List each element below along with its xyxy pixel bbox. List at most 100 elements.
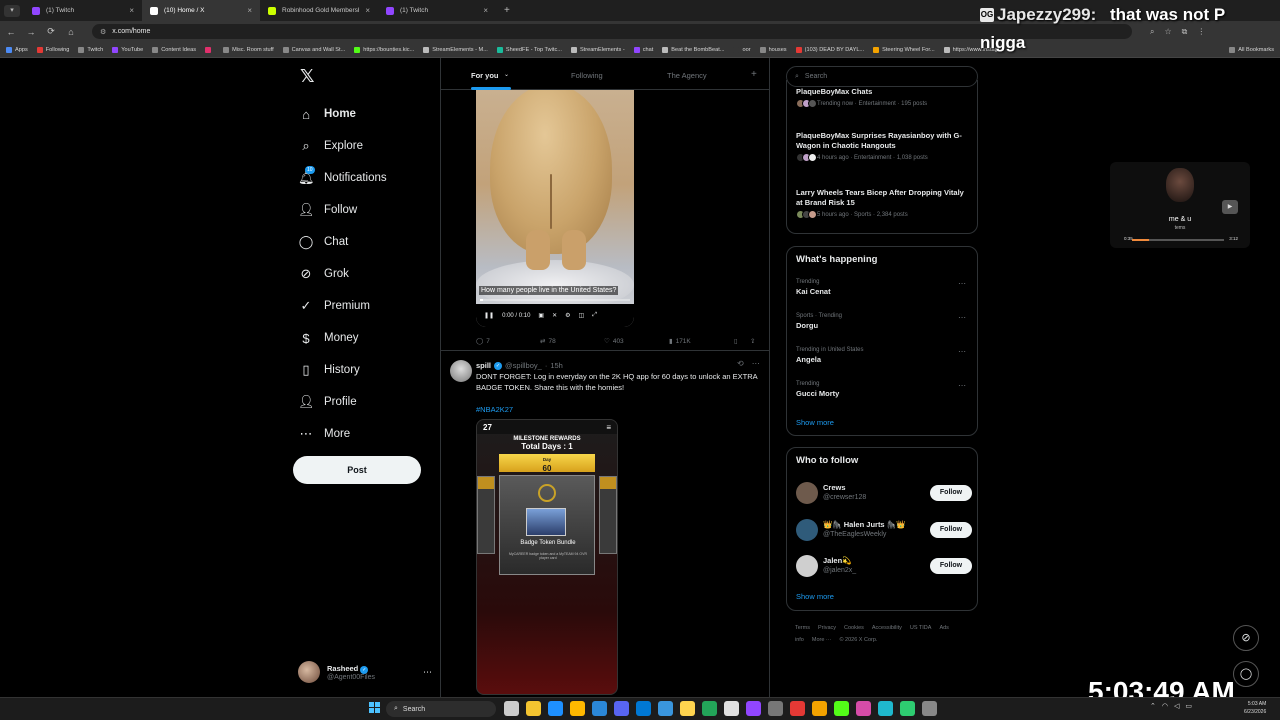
- taskbar-app-icon[interactable]: [812, 701, 827, 716]
- battery-icon[interactable]: ▭: [1185, 702, 1192, 710]
- follow-button[interactable]: Follow: [930, 522, 972, 538]
- system-tray[interactable]: ⌃ ◠ ◁ ▭: [1150, 702, 1192, 710]
- footer-link[interactable]: © 2026 X Corp.: [839, 637, 877, 643]
- tweet[interactable]: spill ✓ @spillboy_ · 15h ⟲ ⋯ DONT FORGET…: [441, 350, 769, 720]
- browser-tab[interactable]: Robinhood Gold Membership ×: [260, 0, 378, 21]
- post-button[interactable]: Post: [293, 456, 421, 484]
- taskbar-app-icon[interactable]: [614, 701, 629, 716]
- bookmark-button[interactable]: ▯: [734, 337, 738, 345]
- bookmark-item[interactable]: Canvas and Wall St...: [282, 46, 345, 53]
- tab-for-you[interactable]: For you: [471, 71, 499, 80]
- bookmark-item[interactable]: oor: [733, 46, 751, 53]
- taskbar-app-icon[interactable]: [834, 701, 849, 716]
- footer-link[interactable]: More ···: [812, 637, 832, 643]
- nav-item-premium[interactable]: ✓ Premium: [298, 290, 438, 322]
- taskbar-app-icon[interactable]: [658, 701, 673, 716]
- bookmark-item[interactable]: Following: [36, 46, 69, 53]
- mute-icon[interactable]: ✕: [552, 312, 557, 319]
- nav-item-notifications[interactable]: 🔔︎ 10 Notifications: [298, 162, 438, 194]
- browser-tab[interactable]: (10) Home / X ×: [142, 0, 260, 21]
- bookmark-item[interactable]: Apps: [6, 46, 28, 53]
- nav-item-profile[interactable]: 👤︎ Profile: [298, 386, 438, 418]
- more-options-icon[interactable]: ⋯: [958, 381, 966, 390]
- more-options-icon[interactable]: ⋯: [958, 347, 966, 356]
- messages-floating-icon[interactable]: ◯: [1233, 661, 1259, 687]
- repost-button[interactable]: ⇄ 78: [540, 337, 556, 346]
- home-browser-icon[interactable]: ⌂: [66, 27, 76, 37]
- news-item[interactable]: PlaqueBoyMax Surprises Rayasianboy with …: [796, 131, 972, 162]
- taskbar-app-icon[interactable]: [680, 701, 695, 716]
- site-info-icon[interactable]: ⚙: [100, 28, 106, 36]
- footer-link[interactable]: Accessibility: [872, 625, 902, 631]
- nav-item-money[interactable]: $ Money: [298, 322, 438, 354]
- pip-icon[interactable]: ◫: [579, 312, 585, 319]
- trend-item[interactable]: Trending Gucci Morty ⋯: [796, 381, 972, 398]
- pause-icon[interactable]: ❚❚: [484, 312, 494, 319]
- views-button[interactable]: ▮ 171K: [669, 337, 691, 346]
- bookmark-item[interactable]: StreamElements -: [570, 46, 625, 53]
- avatar[interactable]: [450, 360, 472, 382]
- footer-link[interactable]: Privacy: [818, 625, 836, 631]
- news-item[interactable]: PlaqueBoyMax Chats Trending now · Entert…: [796, 87, 972, 108]
- bookmark-item[interactable]: chat: [633, 46, 653, 53]
- volume-icon[interactable]: ◁: [1174, 702, 1179, 710]
- taskbar-app-icon[interactable]: [548, 701, 563, 716]
- taskbar-app-icon[interactable]: [878, 701, 893, 716]
- avatar[interactable]: [796, 482, 818, 504]
- wifi-icon[interactable]: ◠: [1162, 702, 1168, 710]
- bookmark-item[interactable]: YouTube: [112, 46, 143, 53]
- taskbar-search[interactable]: ⌕ Search: [386, 701, 496, 717]
- follow-suggestion[interactable]: Jalen💫 @jalen2x_ Follow: [796, 555, 972, 579]
- trend-item[interactable]: Trending in United States Angela ⋯: [796, 347, 972, 364]
- tab-the-agency[interactable]: The Agency: [667, 71, 707, 80]
- taskbar-app-icon[interactable]: [922, 701, 937, 716]
- hashtag-link[interactable]: #NBA2K27: [476, 405, 513, 414]
- x-logo-icon[interactable]: 𝕏: [300, 66, 315, 87]
- nav-item-follow[interactable]: 👤︎ Follow: [298, 194, 438, 226]
- account-switcher[interactable]: Rasheed ✓ @Agent00Files ⋯: [298, 658, 432, 686]
- follow-suggestion[interactable]: Crews @crewser128 Follow: [796, 482, 972, 506]
- bookmark-item[interactable]: Twitch: [78, 46, 103, 53]
- nav-item-explore[interactable]: ⌕ Explore: [298, 130, 438, 162]
- chevron-up-icon[interactable]: ⌃: [1150, 702, 1156, 710]
- grok-icon[interactable]: ⟲: [737, 359, 744, 368]
- bookmark-item[interactable]: Steering Wheel For...: [873, 46, 935, 53]
- close-icon[interactable]: ×: [247, 6, 252, 15]
- bookmark-item[interactable]: SheedFE - Top Twitc...: [496, 46, 562, 53]
- avatar[interactable]: [796, 555, 818, 577]
- fullscreen-icon[interactable]: ⤢: [592, 312, 597, 319]
- close-icon[interactable]: ×: [365, 6, 370, 15]
- tweet-image[interactable]: 27 ≡ MILESTONE REWARDS Total Days : 1 Day…: [476, 419, 618, 695]
- bookmark-item[interactable]: Content Ideas: [152, 46, 196, 53]
- taskbar-app-icon[interactable]: [768, 701, 783, 716]
- chevron-down-icon[interactable]: ⌄: [504, 71, 509, 78]
- nav-item-more[interactable]: ⋯ More: [298, 418, 438, 450]
- more-options-icon[interactable]: ⋯: [958, 313, 966, 322]
- follow-button[interactable]: Follow: [930, 558, 972, 574]
- video-player[interactable]: How many people live in the United State…: [476, 90, 634, 327]
- tweet-time[interactable]: 15h: [550, 361, 563, 370]
- taskbar-app-icon[interactable]: [790, 701, 805, 716]
- taskbar-app-icon[interactable]: [856, 701, 871, 716]
- taskbar-app-icon[interactable]: [724, 701, 739, 716]
- footer-link[interactable]: Cookies: [844, 625, 864, 631]
- forward-icon[interactable]: →: [26, 27, 36, 37]
- tweet-author-name[interactable]: spill: [476, 361, 491, 370]
- follow-suggestion[interactable]: 👑🦍 Halen Jurts 🦍👑 @TheEaglesWeekly Follow: [796, 519, 972, 543]
- tweet-author-handle[interactable]: @spillboy_: [505, 361, 542, 370]
- taskbar-app-icon[interactable]: [526, 701, 541, 716]
- reload-icon[interactable]: ⟳: [46, 26, 56, 37]
- browser-tab[interactable]: (1) Twitch ×: [24, 0, 142, 21]
- bookmark-item[interactable]: Misc. Room stuff: [223, 46, 274, 53]
- reply-button[interactable]: ◯ 7: [476, 337, 490, 346]
- nav-item-home[interactable]: ⌂ Home: [298, 98, 438, 130]
- taskbar-app-icon[interactable]: [702, 701, 717, 716]
- follow-button[interactable]: Follow: [930, 485, 972, 501]
- taskbar-app-icon[interactable]: [636, 701, 651, 716]
- share-button[interactable]: ⇪: [750, 337, 755, 345]
- bookmark-item[interactable]: https://bounties.kic...: [354, 46, 414, 53]
- grok-floating-icon[interactable]: ⊘: [1233, 625, 1259, 651]
- timeline[interactable]: For you ⌄ Following The Agency + How man…: [440, 58, 770, 720]
- taskbar-app-icon[interactable]: [592, 701, 607, 716]
- video-progress-bar[interactable]: [480, 299, 630, 301]
